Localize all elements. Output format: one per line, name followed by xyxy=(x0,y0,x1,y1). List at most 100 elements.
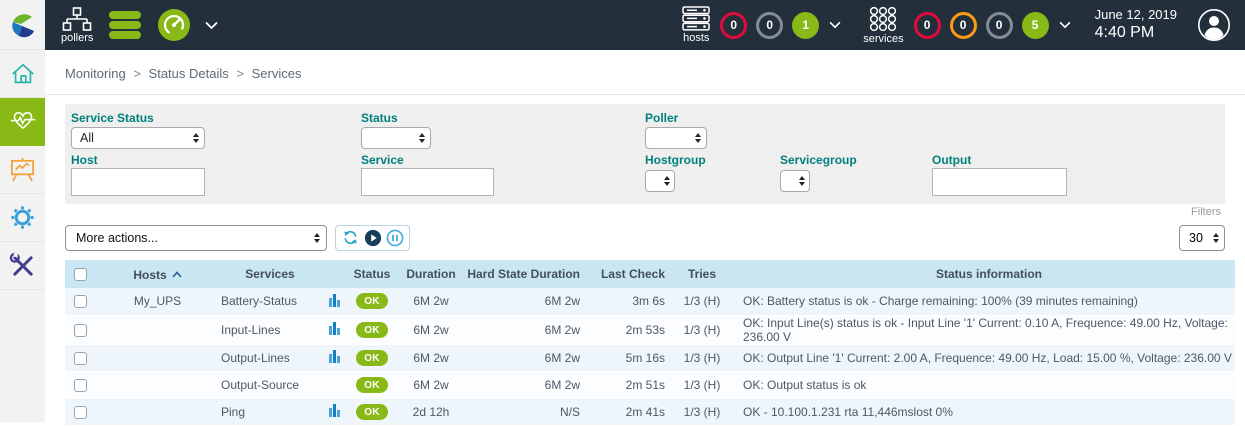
host-counters: 001 xyxy=(720,12,819,39)
column-header-hosts[interactable]: Hosts xyxy=(95,260,220,288)
tools-icon xyxy=(9,252,36,279)
services-menu[interactable]: services xyxy=(863,6,903,45)
status-counter[interactable]: 5 xyxy=(1022,12,1049,39)
service-status-label: Service Status xyxy=(71,111,154,125)
sidebar-item-administration[interactable] xyxy=(0,242,45,290)
status-information-cell: OK: Input Line(s) status is ok - Input L… xyxy=(733,315,1235,344)
host-cell[interactable] xyxy=(95,315,220,344)
status-information-cell: OK: Output Line '1' Current: 2.00 A, Fre… xyxy=(733,344,1235,371)
row-checkbox[interactable] xyxy=(74,324,87,337)
chevron-down-icon[interactable] xyxy=(1059,21,1071,29)
status-counter[interactable]: 0 xyxy=(720,12,747,39)
row-checkbox[interactable] xyxy=(74,379,87,392)
column-header-status[interactable]: Status xyxy=(348,260,396,288)
row-checkbox[interactable] xyxy=(74,406,87,419)
status-badge: OK xyxy=(356,404,388,420)
duration-cell: 2d 12h xyxy=(396,398,466,425)
duration-cell: 6M 2w xyxy=(396,344,466,371)
filter-panel: Service Status All Status Poller Host Se… xyxy=(65,104,1225,204)
service-counters: 0005 xyxy=(914,12,1049,39)
host-input[interactable] xyxy=(71,168,205,196)
table-header-row: Hosts Services Status Duration Hard Stat… xyxy=(65,260,1235,288)
host-cell[interactable] xyxy=(95,344,220,371)
main-content: Monitoring > Status Details > Services S… xyxy=(45,50,1245,422)
service-cell[interactable]: Input-Lines xyxy=(220,315,320,344)
database-icon[interactable] xyxy=(107,8,143,42)
time-text: 4:40 PM xyxy=(1095,23,1177,43)
status-select[interactable] xyxy=(361,127,431,149)
service-status-select[interactable]: All xyxy=(71,127,205,149)
graph-icon[interactable] xyxy=(329,349,340,363)
row-checkbox[interactable] xyxy=(74,352,87,365)
last-check-cell: 2m 51s xyxy=(596,371,671,398)
hosts-menu[interactable]: hosts xyxy=(682,6,710,44)
host-cell[interactable] xyxy=(95,371,220,398)
sidebar-item-reporting[interactable] xyxy=(0,146,45,194)
status-counter[interactable]: 0 xyxy=(950,12,977,39)
user-icon[interactable] xyxy=(1197,8,1231,42)
service-input[interactable] xyxy=(361,168,494,196)
hostgroup-label: Hostgroup xyxy=(645,153,706,167)
select-spinner-icon xyxy=(314,233,320,243)
page-size-select[interactable]: 30 xyxy=(1179,225,1225,251)
service-cell[interactable]: Output-Source xyxy=(220,371,320,398)
status-counter[interactable]: 0 xyxy=(756,12,783,39)
output-input[interactable] xyxy=(932,168,1067,196)
sidebar-item-home[interactable] xyxy=(0,50,45,98)
servicegroup-select[interactable] xyxy=(780,170,810,192)
refresh-icon[interactable] xyxy=(341,228,360,247)
status-badge: OK xyxy=(356,322,388,338)
duration-cell: 6M 2w xyxy=(396,371,466,398)
sidebar xyxy=(0,50,45,422)
host-label: Host xyxy=(71,153,98,167)
select-all-checkbox[interactable] xyxy=(74,268,87,281)
row-checkbox[interactable] xyxy=(74,295,87,308)
service-cell[interactable]: Battery-Status xyxy=(220,288,320,315)
hard-state-duration-cell: N/S xyxy=(466,398,596,425)
service-cell[interactable]: Output-Lines xyxy=(220,344,320,371)
play-icon[interactable] xyxy=(363,228,382,247)
sidebar-item-configuration[interactable] xyxy=(0,194,45,242)
status-counter[interactable]: 1 xyxy=(792,12,819,39)
pollers-menu[interactable]: pollers xyxy=(61,7,93,44)
filters-tag[interactable]: Filters xyxy=(65,204,1225,220)
column-header-status-information[interactable]: Status information xyxy=(733,260,1235,288)
hard-state-duration-cell: 6M 2w xyxy=(466,371,596,398)
column-header-services[interactable]: Services xyxy=(220,260,320,288)
chevron-down-icon[interactable] xyxy=(205,21,218,30)
pause-icon[interactable] xyxy=(385,228,404,247)
status-counter[interactable]: 0 xyxy=(986,12,1013,39)
graph-icon[interactable] xyxy=(329,403,340,417)
chart-easel-icon xyxy=(9,156,36,183)
host-cell[interactable]: My_UPS xyxy=(95,288,220,315)
service-cell[interactable]: Ping xyxy=(220,398,320,425)
top-header: pollers xyxy=(0,0,1245,50)
gauge-icon[interactable] xyxy=(157,8,191,42)
column-header-last-check[interactable]: Last Check xyxy=(596,260,671,288)
poller-select[interactable] xyxy=(645,127,707,149)
status-information-cell: OK: Output status is ok xyxy=(733,371,1235,398)
hostgroup-select[interactable] xyxy=(645,170,675,192)
centreon-logo[interactable] xyxy=(0,0,45,50)
host-cell[interactable] xyxy=(95,398,220,425)
sidebar-item-monitoring[interactable] xyxy=(0,98,45,146)
more-actions-select[interactable]: More actions... xyxy=(65,225,327,251)
hard-state-duration-cell: 6M 2w xyxy=(466,288,596,315)
tries-cell: 1/3 (H) xyxy=(671,315,733,344)
status-information-cell: OK: Battery status is ok - Charge remain… xyxy=(733,288,1235,315)
chevron-down-icon[interactable] xyxy=(829,21,841,29)
column-header-tries[interactable]: Tries xyxy=(671,260,733,288)
column-header-hard-state-duration[interactable]: Hard State Duration xyxy=(466,260,596,288)
status-counter[interactable]: 0 xyxy=(914,12,941,39)
hard-state-duration-cell: 6M 2w xyxy=(466,315,596,344)
column-header-duration[interactable]: Duration xyxy=(396,260,466,288)
breadcrumb-item[interactable]: Status Details xyxy=(149,66,229,81)
status-badge: OK xyxy=(356,377,388,393)
last-check-cell: 2m 41s xyxy=(596,398,671,425)
breadcrumb-item[interactable]: Services xyxy=(252,66,302,81)
graph-icon[interactable] xyxy=(329,293,340,307)
graph-icon[interactable] xyxy=(329,321,340,335)
breadcrumb-item[interactable]: Monitoring xyxy=(65,66,126,81)
services-table-body: My_UPS Battery-Status OK 6M 2w 6M 2w 3m … xyxy=(65,288,1235,425)
table-row: Input-Lines OK 6M 2w 6M 2w 2m 53s 1/3 (H… xyxy=(65,315,1235,344)
